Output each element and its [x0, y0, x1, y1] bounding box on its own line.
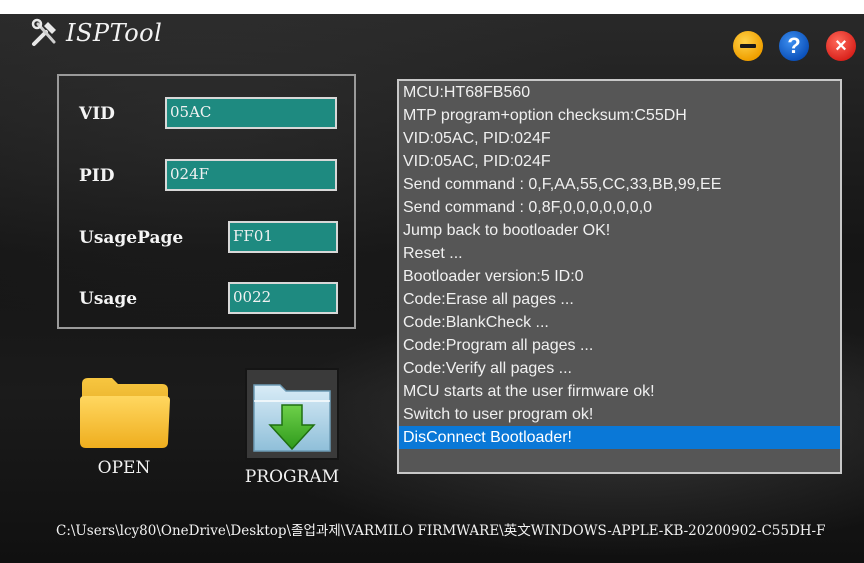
program-button[interactable]: PROGRAM	[237, 367, 347, 487]
pid-field[interactable]: 024F	[165, 159, 337, 191]
close-icon: ×	[835, 35, 847, 57]
window-top-edge	[0, 0, 864, 14]
log-listbox[interactable]: MCU:HT68FB560 MTP program+option checksum…	[397, 79, 842, 474]
pid-label: PID	[79, 166, 115, 186]
tools-icon	[31, 18, 56, 46]
log-line[interactable]: VID:05AC, PID:024F	[399, 150, 840, 173]
usage-field[interactable]: 0022	[228, 282, 338, 314]
firmware-file-path: C:\Users\lcy80\OneDrive\Desktop\졸업과제\VAR…	[56, 523, 826, 539]
log-line[interactable]: MTP program+option checksum:C55DH	[399, 104, 840, 127]
log-line[interactable]: Send command : 0,8F,0,0,0,0,0,0,0	[399, 196, 840, 219]
log-lines: MCU:HT68FB560 MTP program+option checksum…	[399, 81, 840, 449]
app-title: ISPTool	[66, 19, 163, 47]
close-button[interactable]: ×	[826, 31, 856, 61]
vid-field[interactable]: 05AC	[165, 97, 337, 129]
log-line[interactable]: Bootloader version:5 ID:0	[399, 265, 840, 288]
vid-label: VID	[79, 104, 115, 124]
log-line[interactable]: Code:Erase all pages ...	[399, 288, 840, 311]
app-logo: ISPTool	[30, 18, 162, 48]
minus-icon	[740, 44, 756, 48]
log-line[interactable]: Switch to user program ok!	[399, 403, 840, 426]
isptool-window: ISPTool ? × VID 05AC PID 024F UsagePage …	[0, 0, 864, 563]
open-button[interactable]: OPEN	[72, 370, 176, 478]
program-label: PROGRAM	[244, 467, 340, 487]
log-line[interactable]: MCU starts at the user firmware ok!	[399, 380, 840, 403]
usage-page-label: UsagePage	[79, 228, 184, 248]
log-line[interactable]: Send command : 0,F,AA,55,CC,33,BB,99,EE	[399, 173, 840, 196]
usage-page-field[interactable]: FF01	[228, 221, 338, 253]
log-line[interactable]: Code:BlankCheck ...	[399, 311, 840, 334]
open-label: OPEN	[97, 458, 151, 478]
help-button[interactable]: ?	[779, 31, 809, 61]
download-arrow-icon	[245, 368, 339, 460]
question-icon: ?	[787, 33, 801, 58]
log-line[interactable]: DisConnect Bootloader!	[399, 426, 840, 449]
usage-label: Usage	[79, 289, 138, 309]
log-line[interactable]: Code:Program all pages ...	[399, 334, 840, 357]
log-line[interactable]: Reset ...	[399, 242, 840, 265]
log-line[interactable]: Code:Verify all pages ...	[399, 357, 840, 380]
minimize-button[interactable]	[733, 31, 763, 61]
log-line[interactable]: MCU:HT68FB560	[399, 81, 840, 104]
log-line[interactable]: Jump back to bootloader OK!	[399, 219, 840, 242]
folder-icon	[80, 378, 170, 448]
log-line[interactable]: VID:05AC, PID:024F	[399, 127, 840, 150]
